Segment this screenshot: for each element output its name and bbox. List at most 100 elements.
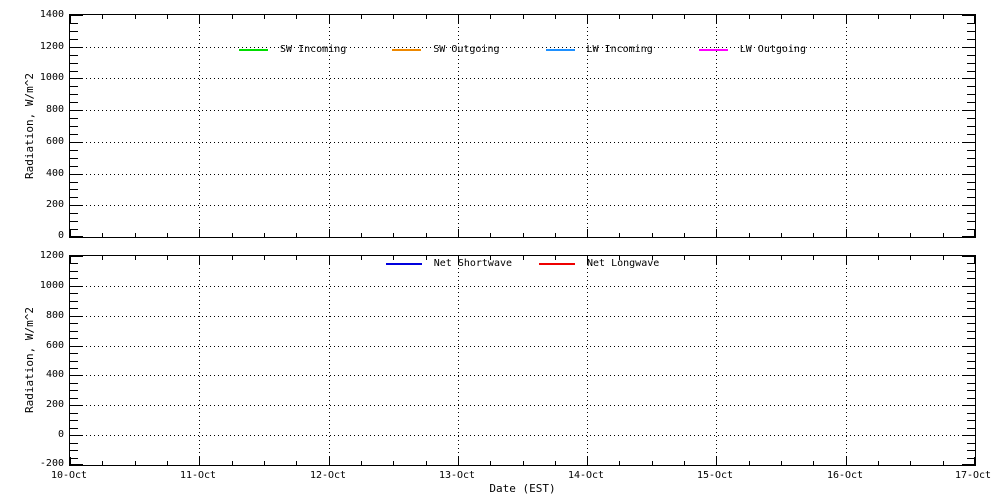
y-major-tick [962, 205, 975, 206]
x-minor-tick [264, 15, 265, 19]
x-minor-tick [619, 461, 620, 465]
x-minor-tick [361, 461, 362, 465]
gridline-vertical [587, 256, 588, 465]
gridline-horizontal [70, 286, 975, 287]
y-minor-tick [70, 39, 78, 40]
x-minor-tick [102, 15, 103, 19]
y-tick-label: -200 [12, 458, 64, 469]
gridline-horizontal [70, 174, 975, 175]
y-minor-tick [967, 213, 975, 214]
y-minor-tick [967, 353, 975, 354]
y-minor-tick [967, 182, 975, 183]
legend-line-swatch [546, 49, 575, 51]
x-minor-tick [555, 233, 556, 237]
gridline-horizontal [70, 78, 975, 79]
y-minor-tick [70, 118, 78, 119]
y-minor-tick [967, 102, 975, 103]
legend-label: Net Shortwave [434, 258, 512, 270]
x-minor-tick [619, 233, 620, 237]
x-minor-tick [490, 233, 491, 237]
legend-label: LW Outgoing [740, 44, 806, 56]
y-minor-tick [967, 413, 975, 414]
y-minor-tick [70, 63, 78, 64]
y-axis-label-top: Radiation, W/m^2 [24, 73, 36, 179]
x-minor-tick [943, 15, 944, 19]
legend-item: Net Longwave [539, 258, 659, 270]
y-minor-tick [70, 361, 78, 362]
y-minor-tick [70, 278, 78, 279]
y-tick-label: 400 [12, 369, 64, 380]
x-minor-tick [296, 461, 297, 465]
x-minor-tick [878, 461, 879, 465]
y-minor-tick [70, 197, 78, 198]
x-tick-label: 11-Oct [163, 470, 233, 481]
y-minor-tick [70, 353, 78, 354]
legend-line-swatch [239, 49, 268, 51]
x-major-tick [329, 15, 330, 23]
y-major-tick [962, 435, 975, 436]
y-major-tick [70, 405, 83, 406]
legend-item: SW Incoming [239, 44, 346, 56]
x-major-tick [199, 15, 200, 23]
y-minor-tick [967, 150, 975, 151]
y-minor-tick [967, 278, 975, 279]
x-major-tick [716, 229, 717, 237]
x-major-tick [458, 229, 459, 237]
x-minor-tick [232, 15, 233, 19]
y-major-tick [70, 142, 83, 143]
x-minor-tick [943, 461, 944, 465]
x-tick-label: 16-Oct [810, 470, 880, 481]
y-minor-tick [70, 323, 78, 324]
y-minor-tick [70, 428, 78, 429]
x-minor-tick [167, 233, 168, 237]
x-minor-tick [813, 233, 814, 237]
y-minor-tick [70, 293, 78, 294]
x-minor-tick [878, 15, 879, 19]
y-minor-tick [967, 197, 975, 198]
x-major-tick [974, 15, 975, 23]
x-minor-tick [684, 233, 685, 237]
y-major-tick [962, 110, 975, 111]
y-minor-tick [967, 450, 975, 451]
x-minor-tick [684, 461, 685, 465]
y-minor-tick [967, 383, 975, 384]
y-minor-tick [70, 301, 78, 302]
x-minor-tick [943, 233, 944, 237]
y-major-tick [962, 375, 975, 376]
y-minor-tick [70, 413, 78, 414]
y-major-tick [962, 78, 975, 79]
x-tick-label: 12-Oct [293, 470, 363, 481]
y-major-tick [70, 375, 83, 376]
gridline-horizontal [70, 110, 975, 111]
gridline-vertical [716, 256, 717, 465]
x-minor-tick [232, 233, 233, 237]
legend-item: Net Shortwave [386, 258, 512, 270]
y-minor-tick [967, 63, 975, 64]
gridline-vertical [199, 256, 200, 465]
x-minor-tick [619, 15, 620, 19]
y-major-tick [70, 256, 83, 257]
y-minor-tick [967, 368, 975, 369]
x-minor-tick [490, 15, 491, 19]
y-minor-tick [70, 229, 78, 230]
x-minor-tick [426, 461, 427, 465]
y-minor-tick [70, 150, 78, 151]
legend-item: SW Outgoing [392, 44, 499, 56]
y-tick-label: 800 [12, 310, 64, 321]
x-minor-tick [813, 461, 814, 465]
gridline-horizontal [70, 346, 975, 347]
y-tick-label: 1200 [12, 41, 64, 52]
x-minor-tick [393, 15, 394, 19]
y-tick-label: 600 [12, 340, 64, 351]
x-tick-label: 14-Oct [551, 470, 621, 481]
y-minor-tick [967, 338, 975, 339]
x-minor-tick [910, 461, 911, 465]
y-minor-tick [967, 118, 975, 119]
y-major-tick [70, 174, 83, 175]
x-minor-tick [813, 15, 814, 19]
x-minor-tick [361, 15, 362, 19]
y-minor-tick [70, 221, 78, 222]
x-minor-tick [361, 233, 362, 237]
x-major-tick [974, 457, 975, 465]
y-minor-tick [70, 158, 78, 159]
